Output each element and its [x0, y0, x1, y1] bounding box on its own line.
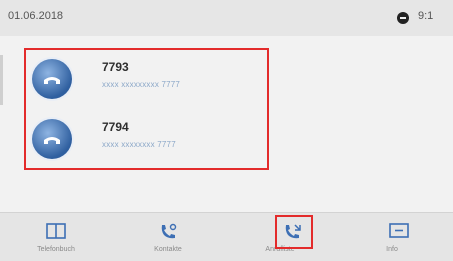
bottom-nav: Telefonbuch Kontakte Anrufliste Info — [0, 212, 453, 261]
entries-highlight — [24, 48, 269, 170]
phone-contact-icon — [158, 222, 178, 247]
nav-item-telefonbuch[interactable]: Telefonbuch — [0, 213, 112, 261]
do-not-disturb-icon[interactable] — [397, 12, 409, 24]
nav-label: Info — [386, 246, 398, 253]
info-screen-icon — [389, 222, 409, 245]
phone-screen: 01.06.2018 9:1 7793 xxxx xxxxxxxxx 7777 … — [0, 0, 453, 261]
nav-label: Telefonbuch — [37, 246, 75, 253]
time-text: 9:1 — [418, 10, 434, 22]
nav-item-kontakte[interactable]: Kontakte — [112, 213, 224, 261]
active-tab-highlight — [275, 215, 313, 249]
nav-label: Kontakte — [154, 246, 182, 253]
book-icon — [46, 222, 66, 245]
status-bar: 01.06.2018 9:1 — [0, 0, 453, 37]
nav-item-info[interactable]: Info — [336, 213, 448, 261]
date-text: 01.06.2018 — [8, 10, 64, 22]
scroll-indicator — [0, 55, 3, 105]
